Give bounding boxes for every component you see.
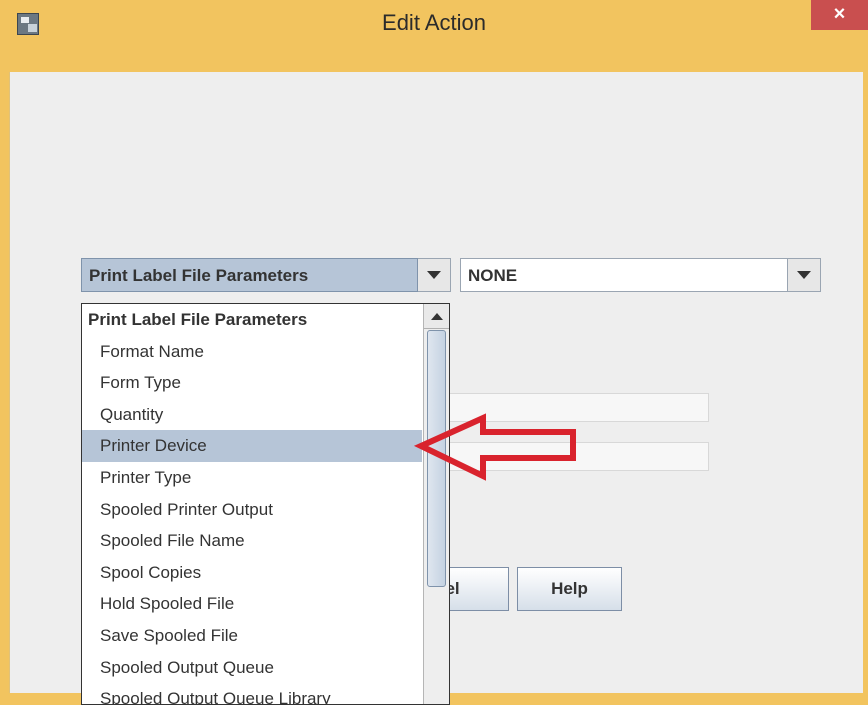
- list-item[interactable]: Printer Type: [82, 462, 422, 494]
- title-bar: Edit Action ×: [0, 0, 868, 72]
- window-title: Edit Action: [382, 10, 486, 35]
- list-item[interactable]: Spool Copies: [82, 557, 422, 589]
- value-combo-selected: NONE: [460, 258, 788, 292]
- list-item[interactable]: Spooled Output Queue Library: [82, 683, 422, 704]
- list-item[interactable]: Save Spooled File: [82, 620, 422, 652]
- list-item-header[interactable]: Print Label File Parameters: [82, 304, 422, 336]
- scroll-up-button[interactable]: [424, 304, 449, 329]
- dropdown-items: Print Label File Parameters Format Name …: [82, 304, 422, 704]
- dropdown-scrollbar[interactable]: [423, 304, 449, 704]
- list-item[interactable]: Form Type: [82, 367, 422, 399]
- parameter-dropdown-list[interactable]: Print Label File Parameters Format Name …: [81, 303, 450, 705]
- list-item[interactable]: Spooled Printer Output: [82, 494, 422, 526]
- list-item-selected[interactable]: Printer Device: [82, 430, 422, 462]
- close-icon[interactable]: ×: [811, 0, 868, 30]
- list-item[interactable]: Hold Spooled File: [82, 588, 422, 620]
- parameter-group-dropdown-button[interactable]: [418, 258, 451, 292]
- chevron-down-icon: [427, 271, 441, 279]
- scroll-up-icon: [430, 312, 443, 320]
- edit-action-window: Edit Action × Print Label File Parameter…: [0, 0, 868, 705]
- parameter-group-combo[interactable]: Print Label File Parameters: [81, 258, 451, 292]
- list-item[interactable]: Spooled Output Queue: [82, 652, 422, 684]
- value-combo[interactable]: NONE: [460, 258, 821, 292]
- chevron-down-icon: [797, 271, 811, 279]
- parameter-group-selected: Print Label File Parameters: [81, 258, 418, 292]
- help-button[interactable]: Help: [517, 567, 622, 611]
- list-item[interactable]: Quantity: [82, 399, 422, 431]
- list-item[interactable]: Spooled File Name: [82, 525, 422, 557]
- value-combo-dropdown-button[interactable]: [788, 258, 821, 292]
- list-item[interactable]: Format Name: [82, 336, 422, 368]
- annotation-arrow-icon: [413, 413, 576, 481]
